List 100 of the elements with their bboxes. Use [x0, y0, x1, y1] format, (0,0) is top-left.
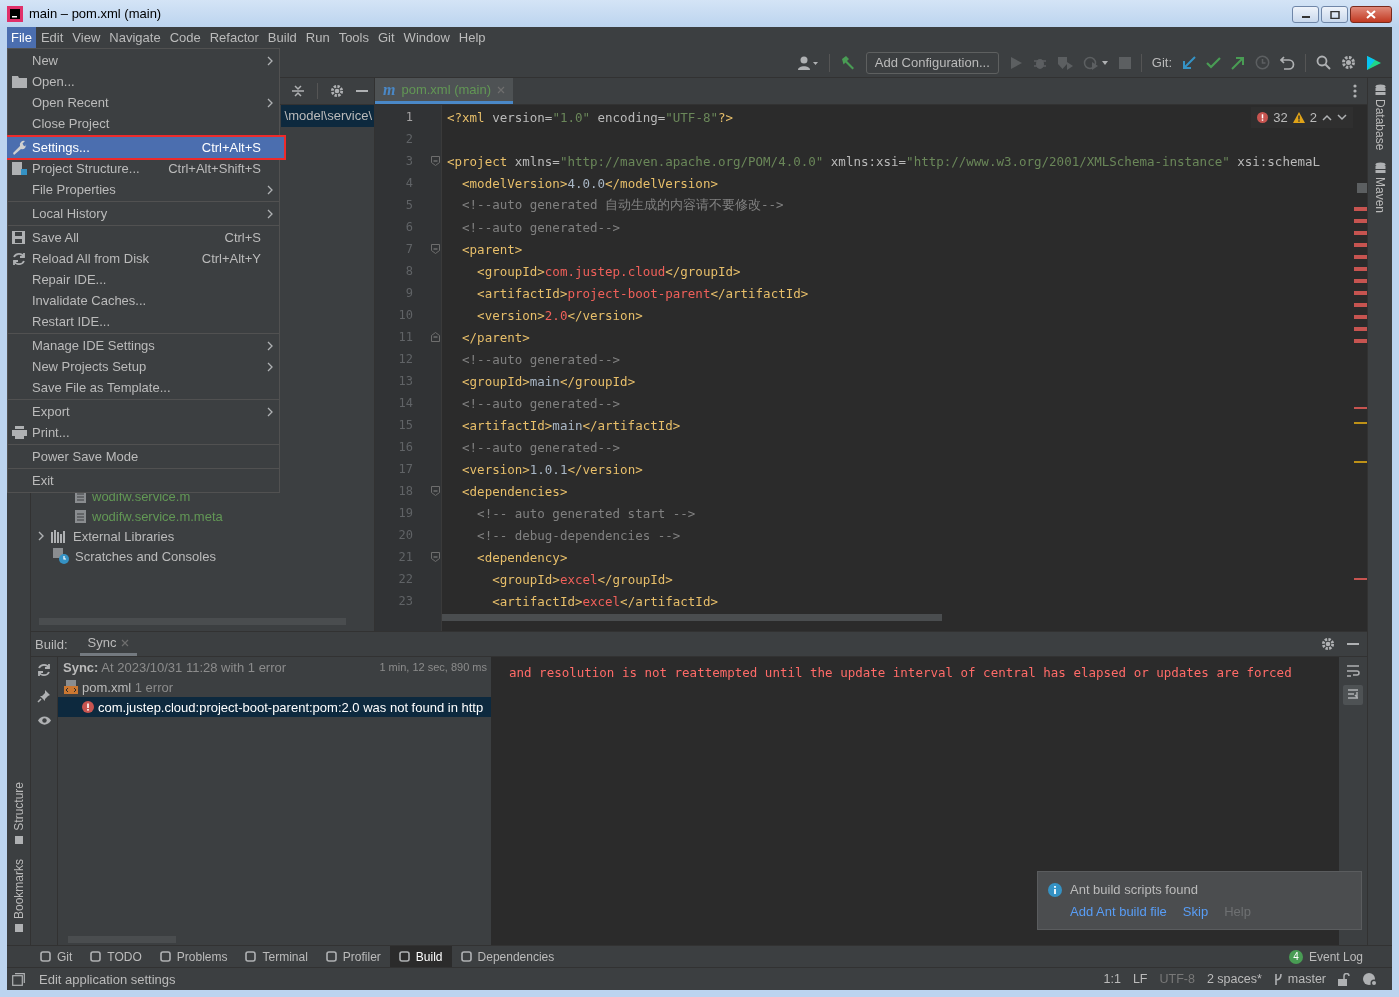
user-dropdown-icon[interactable]: [796, 54, 819, 71]
chevron-up-icon[interactable]: [1322, 114, 1332, 121]
branch-icon: [1273, 972, 1283, 986]
menu-entry[interactable]: Invalidate Caches...: [8, 290, 279, 311]
notification-link[interactable]: Add Ant build file: [1070, 904, 1167, 919]
menu-item[interactable]: Run: [301, 27, 334, 48]
menu-entry[interactable]: Exit: [8, 470, 279, 491]
pin-icon[interactable]: [37, 689, 51, 703]
menu-item[interactable]: Edit: [36, 27, 68, 48]
fold-marker-icon[interactable]: [431, 552, 440, 562]
tool-window-button[interactable]: Terminal: [236, 946, 317, 967]
menu-item[interactable]: Help: [454, 27, 490, 48]
tool-window-icon: [1374, 162, 1386, 175]
menu-entry[interactable]: Reload All from Disk Ctrl+Alt+Y: [8, 248, 279, 269]
sync-status-text[interactable]: Sync: At 2023/10/31 11:28 with 1 error: [63, 659, 287, 675]
search-icon[interactable]: [1316, 55, 1331, 70]
unlocked-padlock-icon[interactable]: [1338, 972, 1350, 986]
inspection-widget[interactable]: 32 2: [1251, 107, 1353, 128]
maximize-button[interactable]: [1321, 6, 1348, 23]
build-file-entry[interactable]: pom.xml 1 error: [82, 679, 174, 695]
push-arrow-icon[interactable]: [1231, 55, 1245, 70]
git-label: Git:: [1151, 55, 1172, 70]
hammer-icon[interactable]: [839, 54, 856, 71]
scroll-to-end-icon[interactable]: [1343, 685, 1363, 705]
tool-window-tab[interactable]: Structure: [11, 782, 26, 845]
sync-icon[interactable]: [37, 663, 51, 677]
update-arrow-icon[interactable]: [1182, 55, 1196, 70]
menu-entry[interactable]: Save All Ctrl+S: [8, 227, 279, 248]
menu-entry[interactable]: New: [8, 50, 279, 71]
more-options-icon[interactable]: [1353, 84, 1357, 98]
minimize-panel-icon[interactable]: [356, 89, 368, 93]
menu-entry[interactable]: Restart IDE...: [8, 311, 279, 332]
menu-entry[interactable]: Repair IDE...: [8, 269, 279, 290]
caret-position[interactable]: 1:1: [1103, 972, 1121, 986]
tool-window-tab[interactable]: Maven: [1373, 162, 1387, 214]
settings-icon[interactable]: [1341, 55, 1356, 70]
menu-entry[interactable]: Open Recent: [8, 92, 279, 113]
menu-item[interactable]: File: [7, 27, 36, 48]
tree-item[interactable]: Scratches and Consoles: [75, 548, 216, 564]
add-configuration-button[interactable]: Add Configuration...: [865, 51, 999, 74]
tree-item[interactable]: wodifw.service.m.meta: [92, 508, 223, 524]
git-branch[interactable]: master: [1273, 972, 1326, 986]
menu-entry[interactable]: New Projects Setup: [8, 356, 279, 377]
tool-window-tab[interactable]: Database: [1373, 84, 1387, 151]
soft-wrap-icon[interactable]: [1346, 665, 1360, 677]
fold-marker-icon[interactable]: [431, 244, 440, 254]
event-log-button[interactable]: 4 Event Log: [1279, 946, 1372, 967]
eye-icon[interactable]: [36, 715, 52, 726]
menu-entry[interactable]: Export: [8, 401, 279, 422]
menu-entry[interactable]: File Properties: [8, 179, 279, 200]
menu-item[interactable]: Refactor: [205, 27, 263, 48]
tool-window-button[interactable]: Problems: [150, 946, 237, 967]
tool-window-button[interactable]: Dependencies: [451, 946, 564, 967]
menu-entry[interactable]: Power Save Mode: [8, 446, 279, 467]
tool-window-button[interactable]: Profiler: [316, 946, 390, 967]
indent-setting[interactable]: 2 spaces*: [1206, 972, 1262, 986]
horizontal-scrollbar[interactable]: [442, 614, 942, 621]
toolbox-logo-icon[interactable]: [1366, 54, 1382, 71]
notification-title: Ant build scripts found: [1070, 882, 1198, 897]
tool-window-icon: [13, 834, 24, 845]
menu-item[interactable]: Window: [399, 27, 454, 48]
tool-window-tab[interactable]: Bookmarks: [11, 858, 26, 933]
fold-marker-icon[interactable]: [431, 156, 440, 166]
fold-marker-icon[interactable]: [431, 332, 440, 342]
menu-entry[interactable]: Close Project: [8, 113, 279, 134]
menu-entry[interactable]: Save File as Template...: [8, 377, 279, 398]
tool-window-button[interactable]: TODO: [81, 946, 151, 967]
tool-window-button[interactable]: Build: [389, 946, 452, 967]
menu-entry[interactable]: Project Structure... Ctrl+Alt+Shift+S: [8, 158, 279, 179]
menu-entry[interactable]: Local History: [8, 203, 279, 224]
chevron-down-icon[interactable]: [1337, 114, 1347, 121]
panel-toggle-icon[interactable]: [12, 972, 25, 986]
fold-marker-icon[interactable]: [431, 486, 440, 496]
printer-icon: [12, 426, 27, 439]
menu-item[interactable]: Code: [165, 27, 205, 48]
tree-item[interactable]: External Libraries: [73, 528, 175, 544]
rollback-icon[interactable]: [1280, 55, 1295, 70]
close-button[interactable]: [1350, 6, 1392, 23]
menu-entry[interactable]: Open...: [8, 71, 279, 92]
menu-entry[interactable]: Settings... Ctrl+Alt+S: [7, 137, 284, 158]
menu-item[interactable]: Build: [263, 27, 301, 48]
code-line: <modelVersion>4.0.0</modelVersion>: [461, 175, 718, 191]
minimize-button[interactable]: [1292, 6, 1319, 23]
build-tab[interactable]: Sync: [79, 632, 138, 656]
menu-item[interactable]: Navigate: [105, 27, 165, 48]
minimize-panel-icon[interactable]: [1347, 642, 1359, 646]
menu-item[interactable]: Tools: [334, 27, 373, 48]
settings-icon[interactable]: [330, 84, 344, 98]
tree-item[interactable]: wodifw.service.m: [92, 488, 191, 504]
notification-link[interactable]: Skip: [1182, 904, 1209, 919]
check-icon[interactable]: [1206, 56, 1221, 69]
profiler-dropdown-icon[interactable]: [1082, 55, 1109, 70]
menu-item[interactable]: View: [68, 27, 105, 48]
tool-window-button[interactable]: Git: [31, 946, 82, 967]
line-separator[interactable]: LF: [1132, 972, 1148, 986]
menu-item[interactable]: Git: [374, 27, 399, 48]
menu-entry[interactable]: Manage IDE Settings: [8, 335, 279, 356]
settings-icon[interactable]: [1321, 637, 1335, 651]
collapse-all-icon[interactable]: [291, 84, 305, 98]
menu-entry[interactable]: Print...: [8, 422, 279, 443]
